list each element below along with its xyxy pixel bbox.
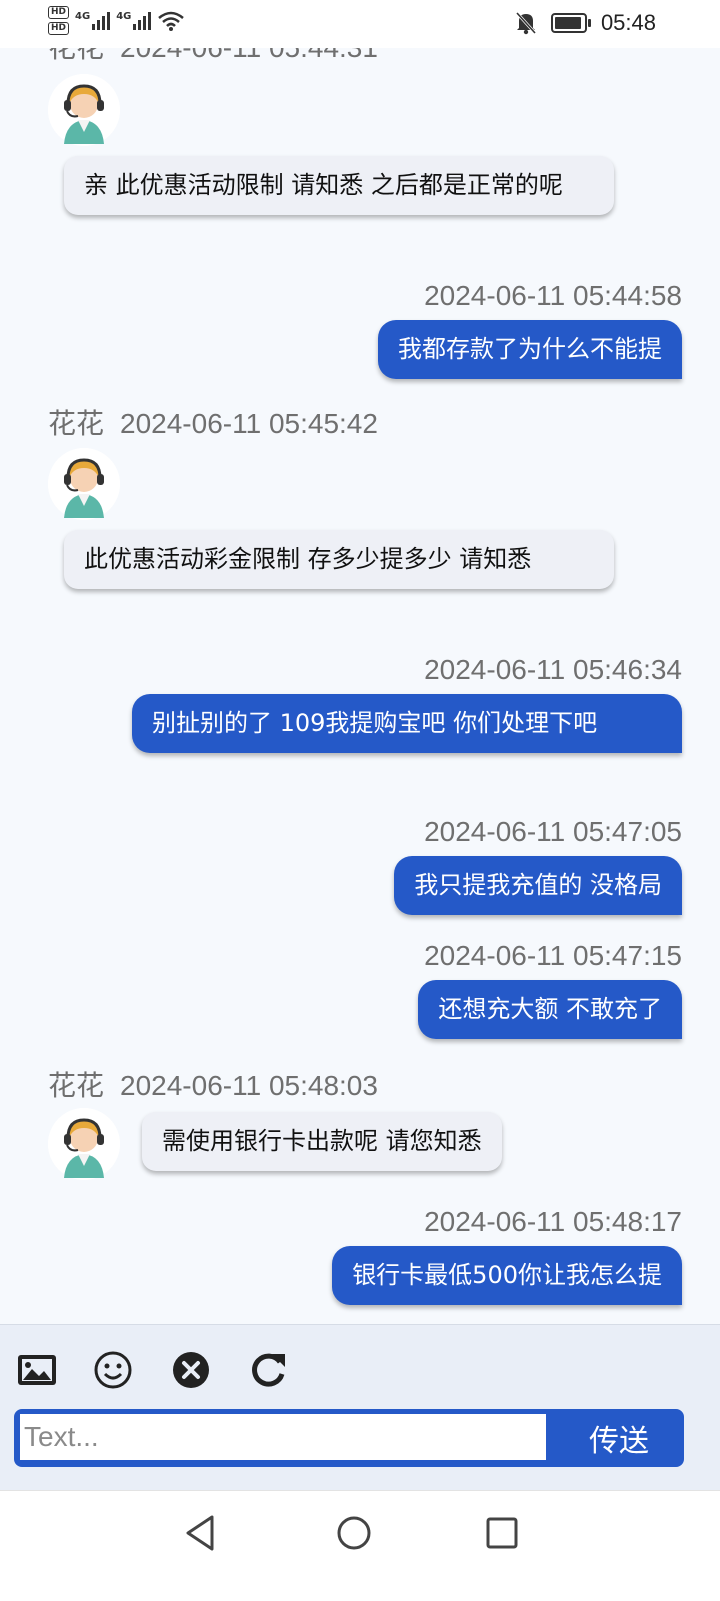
- message-composer: 传送: [14, 1409, 684, 1467]
- outgoing-message-bubble[interactable]: 我只提我充值的 没格局: [394, 856, 682, 915]
- signal-icon: 4G: [75, 10, 111, 30]
- composer: 传送: [0, 1324, 720, 1491]
- agent-avatar-icon: [48, 74, 120, 146]
- status-bar: HD HD 4G 4G 05:48: [0, 0, 720, 48]
- back-button[interactable]: [180, 1511, 224, 1555]
- message-time: 2024-06-11 05:45:42: [120, 408, 378, 439]
- status-right: 05:48: [515, 10, 656, 36]
- image-icon: [18, 1355, 56, 1385]
- message-meta: 花花 2024-06-11 05:48:03: [48, 1064, 378, 1104]
- message-time: 2024-06-11 05:47:15: [424, 940, 682, 971]
- message-time: 2024-06-11 05:48:03: [120, 1070, 378, 1101]
- back-icon: [186, 1515, 214, 1551]
- hd-badge: HD: [48, 6, 70, 19]
- clear-icon: [173, 1352, 209, 1388]
- message-time: 2024-06-11 05:44:58: [424, 280, 682, 311]
- outgoing-message-bubble[interactable]: 别扯别的了 109我提购宝吧 你们处理下吧: [132, 694, 682, 753]
- recents-icon: [486, 1517, 518, 1549]
- agent-avatar-icon: [48, 1108, 120, 1180]
- sender-name: 花花: [48, 48, 104, 64]
- agent-avatar-icon: [48, 448, 120, 520]
- home-icon: [337, 1516, 371, 1550]
- network-type: 4G: [75, 10, 91, 22]
- navigation-bar: [0, 1490, 720, 1601]
- image-button[interactable]: [16, 1349, 58, 1391]
- sender-name: 花花: [48, 1069, 105, 1102]
- wifi-icon: [158, 11, 185, 31]
- recents-button[interactable]: [480, 1511, 524, 1555]
- emoji-button[interactable]: [92, 1349, 134, 1391]
- incoming-message-bubble[interactable]: 需使用银行卡出款呢 请您知悉: [142, 1112, 502, 1171]
- battery-icon: [550, 13, 591, 33]
- status-left: HD HD 4G 4G: [48, 6, 185, 35]
- outgoing-message-bubble[interactable]: 我都存款了为什么不能提: [378, 320, 682, 379]
- send-button[interactable]: 传送: [554, 1409, 684, 1467]
- message-input[interactable]: [20, 1414, 546, 1460]
- incoming-message-bubble[interactable]: 此优惠活动彩金限制 存多少提多少 请知悉: [64, 530, 614, 589]
- emoji-icon: [94, 1351, 132, 1389]
- incoming-message-bubble[interactable]: 亲 此优惠活动限制 请知悉 之后都是正常的呢: [64, 156, 614, 215]
- hd-badge: HD: [48, 22, 70, 35]
- sender-name: 花花: [48, 407, 105, 440]
- message-meta: 花花 2024-06-11 05:44:31: [48, 48, 378, 66]
- message-meta: 花花 2024-06-11 05:45:42: [48, 402, 378, 442]
- signal-icon: 4G: [116, 10, 152, 30]
- mute-bell-icon: [515, 11, 537, 35]
- clear-button[interactable]: [170, 1349, 212, 1391]
- home-button[interactable]: [332, 1511, 376, 1555]
- refresh-icon: [252, 1353, 285, 1387]
- outgoing-message-bubble[interactable]: 银行卡最低500你让我怎么提: [332, 1246, 682, 1305]
- message-time: 2024-06-11 05:48:17: [424, 1206, 682, 1237]
- hd-badges: HD HD: [48, 6, 70, 35]
- agent-avatar: [48, 448, 120, 520]
- chat-area[interactable]: 花花 2024-06-11 05:44:31 亲 此优惠活动限制 请知悉 之后都是…: [0, 48, 720, 1324]
- refresh-button[interactable]: [248, 1349, 290, 1391]
- clock: 05:48: [600, 10, 656, 35]
- message-time: 2024-06-11 05:44:31: [120, 48, 378, 63]
- agent-avatar: [48, 74, 120, 146]
- outgoing-message-bubble[interactable]: 还想充大额 不敢充了: [418, 980, 682, 1039]
- agent-avatar: [48, 1108, 120, 1180]
- message-time: 2024-06-11 05:46:34: [424, 654, 682, 685]
- message-time: 2024-06-11 05:47:05: [424, 816, 682, 847]
- network-type: 4G: [116, 10, 132, 22]
